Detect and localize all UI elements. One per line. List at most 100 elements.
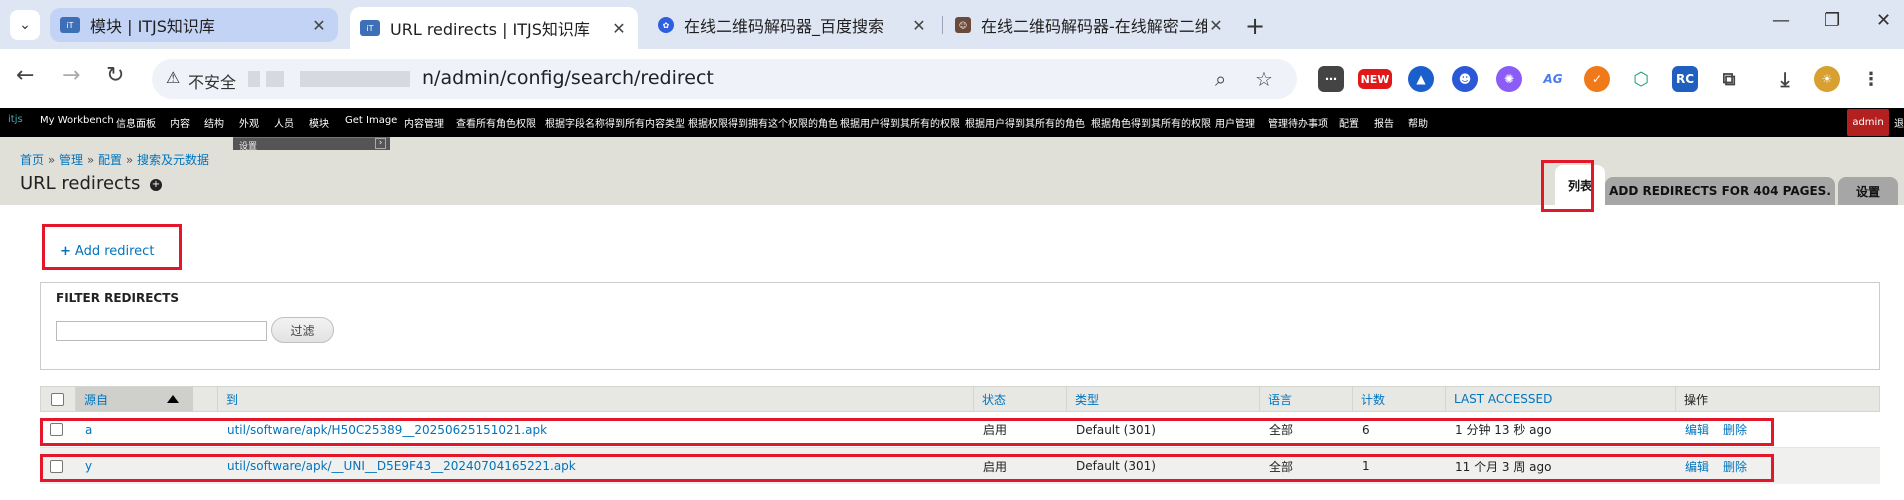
browser-tab-qr-decoder[interactable]: ☺ 在线二维码解码器-在线解密二维 ✕ (945, 7, 1235, 43)
tab-add-redirects-404[interactable]: ADD REDIRECTS FOR 404 PAGES. (1605, 177, 1835, 205)
download-icon[interactable]: ⤓ (1772, 66, 1798, 92)
tab-list[interactable]: 列表 (1555, 165, 1605, 205)
admin-item-dashboard[interactable]: 信息面板 (116, 115, 156, 130)
row-checkbox[interactable] (50, 459, 63, 473)
arrow-circle-extension-icon[interactable]: ▲ (1408, 66, 1434, 92)
rc-extension-icon[interactable]: RC (1672, 66, 1698, 92)
admin-item-role-all-perms[interactable]: 根据角色得到其所有的权限 (1091, 115, 1211, 130)
extension-dots-icon[interactable]: ⋯ (1318, 66, 1344, 92)
column-header-type[interactable]: 类型 (1066, 387, 1259, 411)
breadcrumb-admin[interactable]: 管理 (59, 153, 83, 167)
admin-item-people[interactable]: 人员 (274, 115, 294, 130)
admin-item-content[interactable]: 内容 (170, 115, 190, 130)
select-all-checkbox[interactable] (51, 392, 64, 406)
column-header-status[interactable]: 状态 (973, 387, 1067, 411)
table-header-row: 源自 到 状态 类型 语言 计数 LAST ACCESSED 操作 (40, 386, 1880, 412)
column-header-language[interactable]: 语言 (1259, 387, 1353, 411)
orange-extension-icon[interactable]: ✓ (1584, 66, 1610, 92)
chevron-right-icon[interactable]: › (375, 138, 386, 149)
admin-menu-bar: itjs My Workbench 信息面板 内容 结构 外观 人员 模块 Ge… (0, 108, 1904, 137)
source-link[interactable]: y (85, 459, 92, 473)
ag-extension-icon[interactable]: AG (1540, 66, 1566, 92)
breadcrumb: 首页 » 管理 » 配置 » 搜索及元数据 (20, 151, 209, 168)
back-arrow-icon[interactable]: ← (16, 63, 34, 88)
itjs-logo-icon: iT (360, 20, 380, 36)
breadcrumb-config[interactable]: 配置 (98, 153, 122, 167)
column-header-source[interactable]: 源自 (75, 387, 193, 411)
breadcrumb-search-metadata[interactable]: 搜索及元数据 (137, 153, 209, 167)
admin-item-user-mgmt[interactable]: 用户管理 (1215, 115, 1255, 130)
source-link[interactable]: a (85, 423, 92, 437)
admin-logout-link[interactable]: 退 (1894, 115, 1904, 130)
security-label[interactable]: 不安全 (188, 69, 236, 93)
admin-item-config[interactable]: 配置 (1339, 115, 1359, 130)
column-header-count[interactable]: 计数 (1352, 387, 1446, 411)
filter-redirects-fieldset: FILTER REDIRECTS 过滤 (40, 282, 1880, 370)
close-icon[interactable]: ✕ (1207, 16, 1225, 35)
admin-item-role-perms[interactable]: 查看所有角色权限 (456, 115, 536, 130)
admin-item-structure[interactable]: 结构 (204, 115, 224, 130)
minimize-icon[interactable]: — (1772, 10, 1790, 31)
admin-item-modules[interactable]: 模块 (309, 115, 329, 130)
browser-tab-baidu-search[interactable]: ✿ 在线二维码解码器_百度搜索 ✕ (648, 7, 938, 43)
admin-item-appearance[interactable]: 外观 (239, 115, 259, 130)
browser-tab-url-redirects[interactable]: iT URL redirects | ITJS知识库 ✕ (350, 7, 638, 49)
gear-extension-icon[interactable]: ✺ (1496, 66, 1522, 92)
admin-user-link[interactable]: admin (1847, 109, 1889, 136)
tab-label: ADD REDIRECTS FOR 404 PAGES. (1609, 184, 1831, 198)
site-logo-icon[interactable]: itjs (8, 114, 23, 125)
puzzle-extensions-icon[interactable]: ⧉ (1716, 66, 1742, 92)
add-redirect-link[interactable]: + Add redirect (60, 244, 154, 259)
select-all-cell (51, 387, 71, 411)
sort-ascending-icon (167, 395, 179, 403)
header-label: 源自 (84, 392, 109, 407)
zoom-icon[interactable]: ⌕ (1215, 67, 1226, 91)
delete-link[interactable]: 删除 (1723, 421, 1747, 438)
tab-settings[interactable]: 设置 (1838, 177, 1898, 205)
bookmark-star-icon[interactable]: ☆ (1255, 67, 1273, 91)
admin-item-my-workbench[interactable]: My Workbench (40, 115, 114, 126)
admin-item-reports[interactable]: 报告 (1374, 115, 1394, 130)
status-cell: 启用 (983, 459, 1008, 474)
admin-item-todo[interactable]: 管理待办事项 (1268, 115, 1328, 130)
target-link[interactable]: util/software/apk/__UNI__D5E9F43__202407… (227, 459, 576, 473)
add-shortcut-icon[interactable]: + (150, 179, 162, 191)
face-extension-icon[interactable]: ☻ (1452, 66, 1478, 92)
admin-item-help[interactable]: 帮助 (1408, 115, 1428, 130)
column-header-last-accessed[interactable]: LAST ACCESSED (1445, 387, 1675, 411)
blurred-host-segment (266, 71, 284, 87)
target-link[interactable]: util/software/apk/H50C25389__20250625151… (227, 423, 547, 437)
admin-item-user-roles[interactable]: 根据用户得到其所有的角色 (965, 115, 1085, 130)
delete-link[interactable]: 删除 (1723, 458, 1747, 475)
forward-arrow-icon[interactable]: → (62, 63, 80, 88)
restore-icon[interactable]: ❐ (1824, 10, 1840, 31)
profile-avatar[interactable]: ☀ (1814, 66, 1840, 92)
admin-item-field-types[interactable]: 根据字段名称得到所有内容类型 (545, 115, 685, 130)
row-select-cell (50, 448, 63, 484)
edit-link[interactable]: 编辑 (1685, 458, 1709, 475)
new-badge-extension-icon[interactable]: NEW (1358, 69, 1392, 89)
row-checkbox[interactable] (50, 423, 63, 436)
admin-item-get-image[interactable]: Get Image (345, 115, 397, 126)
column-header-to[interactable]: 到 (217, 387, 979, 411)
admin-item-user-perms[interactable]: 根据用户得到其所有的权限 (840, 115, 960, 130)
address-bar[interactable]: ⚠ 不安全 n/admin/config/search/redirect ⌕ ☆ (152, 59, 1297, 99)
breadcrumb-separator: » (125, 153, 134, 167)
window-close-icon[interactable]: ✕ (1876, 10, 1891, 31)
dropdown-item-settings[interactable]: 设置 (239, 139, 257, 152)
tab-search-button[interactable]: ⌄ (10, 10, 40, 40)
admin-item-perm-roles[interactable]: 根据权限得到拥有这个权限的角色 (688, 115, 838, 130)
new-tab-icon[interactable]: + (1245, 12, 1265, 40)
browser-tab-modules[interactable]: iT 模块 | ITJS知识库 ✕ (50, 8, 338, 42)
filter-button[interactable]: 过滤 (271, 317, 334, 343)
green-tag-extension-icon[interactable]: ⬡ (1628, 66, 1654, 92)
admin-item-content-mgmt[interactable]: 内容管理 (404, 115, 444, 130)
filter-input[interactable] (56, 321, 267, 341)
close-icon[interactable]: ✕ (310, 16, 328, 35)
close-icon[interactable]: ✕ (610, 19, 628, 38)
kebab-menu-icon[interactable]: ⋮ (1858, 66, 1884, 92)
edit-link[interactable]: 编辑 (1685, 421, 1709, 438)
breadcrumb-home[interactable]: 首页 (20, 153, 44, 167)
close-icon[interactable]: ✕ (910, 16, 928, 35)
reload-icon[interactable]: ↻ (106, 63, 124, 88)
